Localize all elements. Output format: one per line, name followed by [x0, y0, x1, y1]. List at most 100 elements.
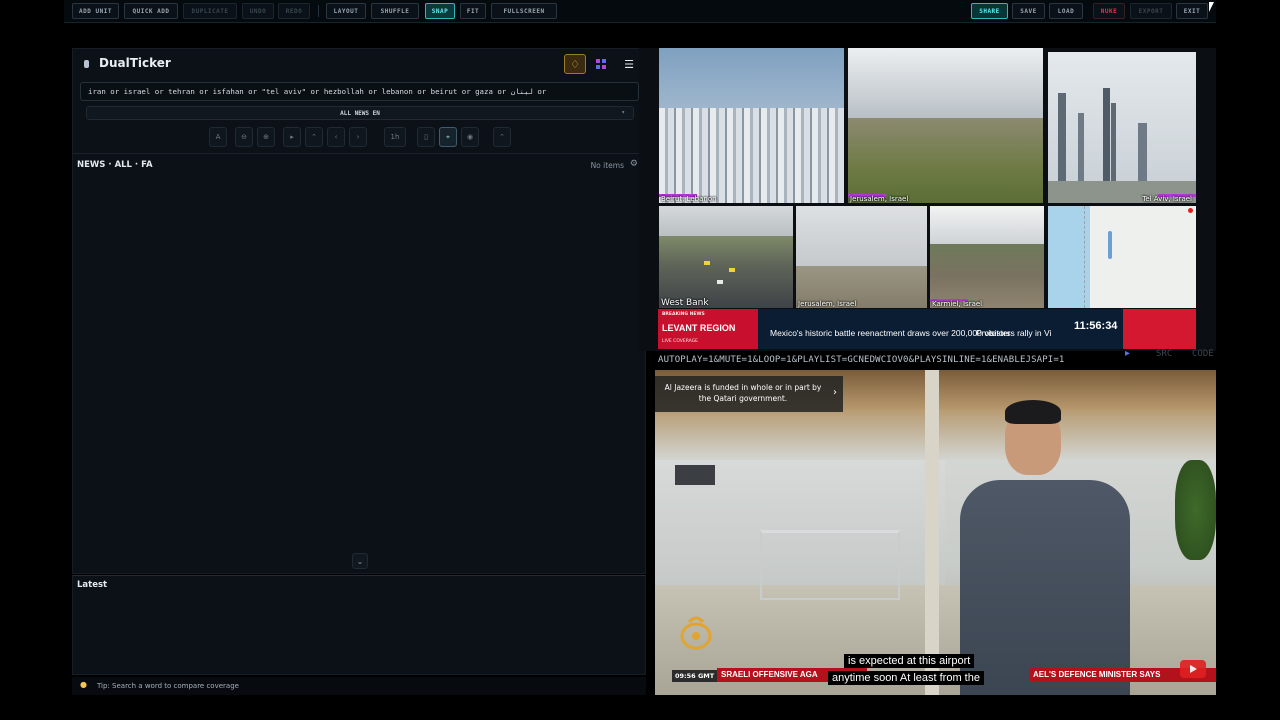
quick-add-button[interactable]: QUICK ADD [124, 3, 178, 19]
duplicate-button[interactable]: DUPLICATE [183, 3, 237, 19]
chevron-right-icon: › [833, 387, 837, 398]
scroll-down-button[interactable]: ⌄ [352, 553, 368, 569]
mouse-cursor-icon [1209, 2, 1214, 12]
palette-button[interactable]: ♢ [564, 54, 586, 74]
menu-button[interactable]: ☰ [618, 54, 640, 74]
camera-tile[interactable]: Beirut, Lebanon [659, 48, 844, 203]
chevron-right-icon: › [356, 133, 360, 141]
breaking-label: BREAKING NEWS [662, 312, 705, 317]
snap-button[interactable]: SNAP [425, 3, 455, 19]
divider [73, 153, 647, 154]
pin-button[interactable]: ⌖ [439, 127, 457, 147]
camera-tile[interactable]: Tel Aviv, Israel [1048, 52, 1196, 203]
news-feed-title: NEWS · ALL · FA [77, 160, 153, 170]
ticker-headline: Protesters rally in Vi [976, 328, 1052, 338]
fullscreen-button[interactable]: FULLSCREEN [491, 3, 557, 19]
hamburger-icon: ☰ [624, 57, 634, 71]
load-button[interactable]: LOAD [1049, 3, 1083, 19]
camera-label: Jerusalem, Israel [798, 300, 857, 308]
zoom-out-button[interactable]: ⊖ [235, 127, 253, 147]
chevron-down-icon: ▾ [621, 109, 625, 116]
timeframe-button[interactable]: 1h [384, 127, 406, 147]
share-button[interactable]: SHARE [971, 3, 1008, 19]
tip-text: Tip: Search a word to compare coverage [97, 682, 239, 690]
next-button[interactable]: › [349, 127, 367, 147]
map-tile[interactable] [1048, 206, 1196, 308]
funding-notice[interactable]: Al Jazeera is funded in whole or in part… [655, 376, 843, 412]
app-title: DualTicker [99, 56, 171, 70]
lightbulb-icon: ● [80, 680, 87, 689]
camera-tile[interactable]: West Bank [659, 206, 793, 308]
zoom-in-icon: ⊕ [263, 133, 269, 141]
camera-label: West Bank [661, 298, 709, 308]
shuffle-button[interactable]: SHUFFLE [371, 3, 419, 19]
app-logo-icon [84, 60, 89, 68]
grid-icon [596, 59, 606, 69]
camera-tile[interactable]: Karmiel, Israel [930, 206, 1044, 308]
news-count: No items [590, 161, 624, 170]
stream-url: AUTOPLAY=1&MUTE=1&LOOP=1&PLAYLIST=GCNEDW… [658, 355, 1065, 365]
camera-grid: Beirut, Lebanon Jerusalem, Israel Tel Av… [639, 48, 1216, 351]
camera-tile[interactable]: Jerusalem, Israel [796, 206, 927, 308]
play-icon: ▸ [290, 133, 294, 141]
redo-button[interactable]: REDO [278, 3, 310, 19]
chevron-up-icon: ⌃ [499, 133, 505, 141]
zoom-in-button[interactable]: ⊕ [257, 127, 275, 147]
camera-label: Beirut, Lebanon [661, 195, 717, 203]
font-button[interactable]: A [209, 127, 227, 147]
latest-panel: Latest [72, 575, 646, 675]
camera-label: Karmiel, Israel [932, 300, 983, 308]
ticker-clock: 11:56:34 [1074, 320, 1118, 332]
play-button[interactable]: ▸ [283, 127, 301, 147]
double-chevron-up-icon: ⌃ [311, 133, 317, 141]
camera-icon: ◉ [466, 133, 474, 141]
gear-icon[interactable]: ⚙ [630, 159, 638, 169]
camera-label: Tel Aviv, Israel [1142, 195, 1192, 203]
add-unit-button[interactable]: ADD UNIT [72, 3, 119, 19]
toolbar-divider [318, 5, 319, 17]
panel-header: DualTicker ♢ ☰ [73, 49, 647, 79]
top-toolbar: ADD UNIT QUICK ADD DUPLICATE UNDO REDO L… [64, 0, 1216, 23]
ticker-headline: Mexico's historic battle reenactment dra… [770, 328, 1011, 338]
prev-button[interactable]: ‹ [327, 127, 345, 147]
barrier [760, 530, 900, 600]
save-button[interactable]: SAVE [1012, 3, 1045, 19]
subtitle-line: anytime soon At least from the [828, 671, 984, 685]
camera-button[interactable]: ◉ [461, 127, 479, 147]
volume-icon[interactable]: ▸ [1125, 348, 1130, 359]
news-source-value: ALL NEWS EN [340, 109, 380, 117]
palette-icon: ♢ [570, 57, 580, 71]
presenter-hair [1005, 400, 1061, 424]
nuke-button[interactable]: NUKE [1093, 3, 1125, 19]
al-jazeera-logo-icon [680, 616, 712, 650]
exit-button[interactable]: EXIT [1176, 3, 1208, 19]
zoom-out-icon: ⊖ [241, 133, 247, 141]
bookmark-button[interactable]: ▯ [417, 127, 435, 147]
undo-button[interactable]: UNDO [242, 3, 274, 19]
funding-text: Al Jazeera is funded in whole or in part… [664, 383, 822, 403]
layout-button[interactable]: LAYOUT [326, 3, 366, 19]
collapse-button[interactable]: ⌃ [493, 127, 511, 147]
broadcast-time: 09:56 GMT [672, 670, 718, 682]
news-ticker: BREAKING NEWS LEVANT REGION LIVE COVERAG… [658, 309, 1196, 349]
scroll-top-button[interactable]: ⌃ [305, 127, 323, 147]
video-player[interactable]: Al Jazeera is funded in whole or in part… [655, 370, 1216, 695]
control-row: A ⊖ ⊕ ▸ ⌃ ‹ › 1h ▯ ⌖ ◉ ⌃ [73, 127, 647, 147]
tip-bar: ● Tip: Search a word to compare coverage [72, 677, 646, 695]
bookmark-icon: ▯ [424, 133, 428, 141]
news-source-select[interactable]: ALL NEWS EN ▾ [86, 106, 634, 120]
src-label[interactable]: SRC [1156, 349, 1172, 359]
youtube-icon[interactable] [1180, 660, 1206, 678]
camera-tile[interactable]: Jerusalem, Israel [848, 48, 1043, 203]
grid-button[interactable] [590, 54, 612, 74]
code-label[interactable]: CODE [1192, 349, 1214, 359]
chevron-down-icon: ⌄ [356, 556, 364, 566]
live-label: LIVE COVERAGE [662, 339, 698, 344]
fit-button[interactable]: FIT [460, 3, 486, 19]
subtitle-line: is expected at this airport [844, 654, 975, 668]
export-button[interactable]: EXPORT [1130, 3, 1172, 19]
search-query-input[interactable]: iran or israel or tehran or isfahan or "… [80, 82, 639, 101]
pillar [925, 370, 939, 695]
sign [675, 465, 715, 485]
news-panel: DualTicker ♢ ☰ iran or israel or tehran … [72, 48, 647, 574]
